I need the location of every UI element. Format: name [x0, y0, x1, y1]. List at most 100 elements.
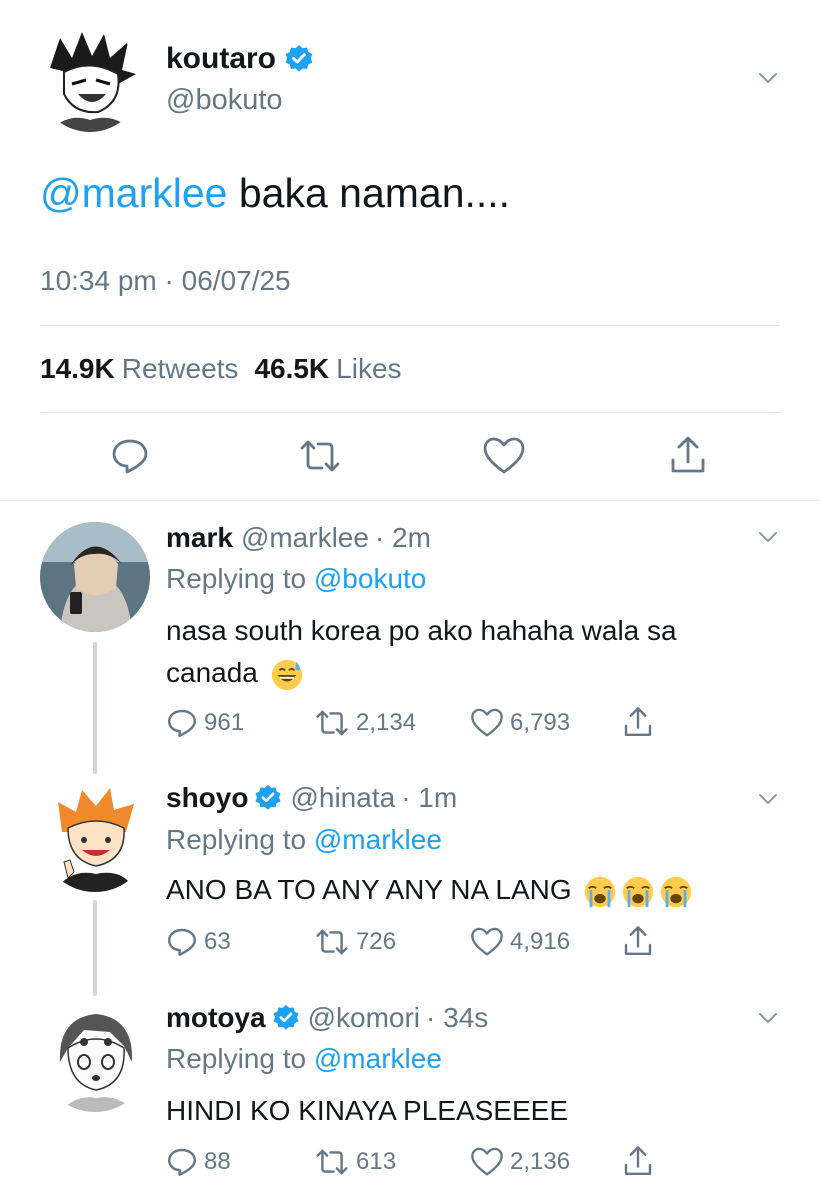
grinning-sweat-emoji	[271, 659, 302, 690]
mention-link[interactable]: @marklee	[40, 170, 227, 216]
mention-link[interactable]: @bokuto	[314, 563, 427, 594]
retweet-action[interactable]: 2,134	[314, 707, 416, 739]
replying-to-label: Replying to	[166, 824, 314, 855]
tweet-actions	[0, 430, 820, 480]
likes-count[interactable]: 46.5K	[254, 353, 329, 385]
retweet-icon[interactable]	[314, 926, 350, 958]
timestamp[interactable]: 10:34 pm · 06/07/25	[40, 265, 291, 297]
tweet-text: @marklee baka naman....	[40, 170, 510, 217]
replying-to: Replying to @bokuto	[166, 563, 426, 595]
share-action[interactable]	[622, 1144, 654, 1178]
divider	[40, 325, 780, 326]
like-icon[interactable]	[470, 926, 504, 958]
retweet-action[interactable]: 726	[314, 926, 396, 958]
replying-to: Replying to @marklee	[166, 1043, 442, 1075]
retweet-icon[interactable]	[314, 707, 350, 739]
engagement-stats: 14.9K Retweets 46.5K Likes	[40, 353, 418, 385]
chevron-down-icon[interactable]	[758, 1012, 778, 1024]
replying-to-label: Replying to	[166, 563, 314, 594]
verified-badge-icon	[255, 784, 281, 810]
avatar-illustration	[40, 782, 150, 892]
replying-to: Replying to @marklee	[166, 824, 442, 856]
reply-count: 961	[204, 709, 245, 736]
like-count: 2,136	[510, 1148, 571, 1175]
like-count: 4,916	[510, 928, 571, 955]
mention-link[interactable]: @marklee	[314, 1043, 442, 1074]
avatar[interactable]	[40, 1002, 150, 1112]
verified-badge-icon	[285, 45, 313, 72]
verified-badge-icon	[273, 1004, 299, 1030]
share-action[interactable]	[622, 705, 654, 739]
reply-action[interactable]: 63	[166, 926, 231, 958]
share-icon[interactable]	[622, 924, 654, 958]
retweet-count: 613	[356, 1148, 397, 1175]
reply-header: motoya @komori · 34s	[166, 1002, 488, 1034]
display-name[interactable]: koutaro	[166, 42, 314, 76]
reply-count: 88	[204, 1148, 231, 1175]
share-action[interactable]	[622, 924, 654, 958]
display-name[interactable]: mark	[166, 522, 233, 554]
replying-to-label: Replying to	[166, 1043, 314, 1074]
share-icon[interactable]	[668, 434, 708, 476]
thread-line	[93, 900, 97, 996]
thread-line	[93, 642, 97, 774]
display-name[interactable]: shoyo	[166, 782, 248, 814]
reply-action[interactable]: 88	[166, 1146, 231, 1178]
reply-action[interactable]: 961	[166, 707, 244, 739]
share-icon[interactable]	[622, 1144, 654, 1178]
handle[interactable]: @komori	[308, 1002, 420, 1034]
relative-time: · 34s	[426, 1002, 489, 1033]
reply-text-line: nasa south korea po ako hahaha wala sa	[166, 615, 677, 646]
like-action[interactable]: 4,916	[470, 926, 570, 958]
divider	[0, 500, 820, 501]
like-icon[interactable]	[470, 1146, 504, 1178]
divider	[40, 412, 780, 413]
reply-text: HINDI KO KINAYA PLEASEEEE	[166, 1090, 786, 1132]
handle[interactable]: @marklee	[241, 522, 369, 554]
mention-link[interactable]: @marklee	[314, 824, 442, 855]
retweet-action[interactable]: 613	[314, 1146, 396, 1178]
avatar[interactable]	[40, 782, 150, 892]
like-icon[interactable]	[470, 707, 504, 739]
reply-icon[interactable]	[166, 707, 198, 739]
reply-actions: 961 2,134 6,793	[166, 707, 686, 743]
avatar[interactable]	[38, 28, 142, 132]
retweet-count: 726	[356, 928, 397, 955]
retweet-icon[interactable]	[298, 436, 342, 476]
share-icon[interactable]	[622, 705, 654, 739]
reply-icon[interactable]	[166, 1146, 198, 1178]
relative-time: · 2m	[374, 522, 431, 553]
like-action[interactable]: 2,136	[470, 1146, 570, 1178]
retweet-count: 2,134	[356, 709, 417, 736]
reply-header: mark @marklee · 2m	[166, 522, 431, 554]
retweets-count[interactable]: 14.9K	[40, 353, 115, 385]
reply-text: nasa south korea po ako hahaha wala sa c…	[166, 610, 786, 694]
display-name[interactable]: motoya	[166, 1002, 266, 1034]
like-icon[interactable]	[482, 436, 526, 476]
loudly-crying-emoji	[623, 876, 654, 907]
loudly-crying-emoji	[585, 876, 616, 907]
handle[interactable]: @bokuto	[166, 84, 283, 117]
reply-icon[interactable]	[110, 436, 150, 476]
reply-icon[interactable]	[166, 926, 198, 958]
reply-header: shoyo @hinata · 1m	[166, 782, 457, 814]
avatar[interactable]	[40, 522, 150, 632]
tweet-body: baka naman....	[227, 170, 511, 216]
reply-actions: 63 726 4,916	[166, 926, 686, 962]
reply-text-line: HINDI KO KINAYA PLEASEEEE	[166, 1095, 568, 1126]
display-name-text[interactable]: koutaro	[166, 42, 276, 76]
reply-text-line: ANO BA TO ANY ANY NA LANG	[166, 874, 572, 905]
reply-text-segment: canada	[166, 657, 258, 688]
retweet-icon[interactable]	[314, 1146, 350, 1178]
reply-text: ANO BA TO ANY ANY NA LANG	[166, 869, 786, 911]
reply-actions: 88 613 2,136	[166, 1146, 686, 1182]
likes-label[interactable]: Likes	[336, 353, 401, 385]
like-action[interactable]: 6,793	[470, 707, 570, 739]
chevron-down-icon[interactable]	[758, 72, 778, 84]
handle[interactable]: @hinata	[290, 782, 395, 814]
avatar-illustration	[40, 1002, 150, 1112]
reply-text-line: canada	[166, 652, 786, 694]
chevron-down-icon[interactable]	[758, 793, 778, 805]
retweets-label[interactable]: Retweets	[122, 353, 239, 385]
chevron-down-icon[interactable]	[758, 531, 778, 543]
